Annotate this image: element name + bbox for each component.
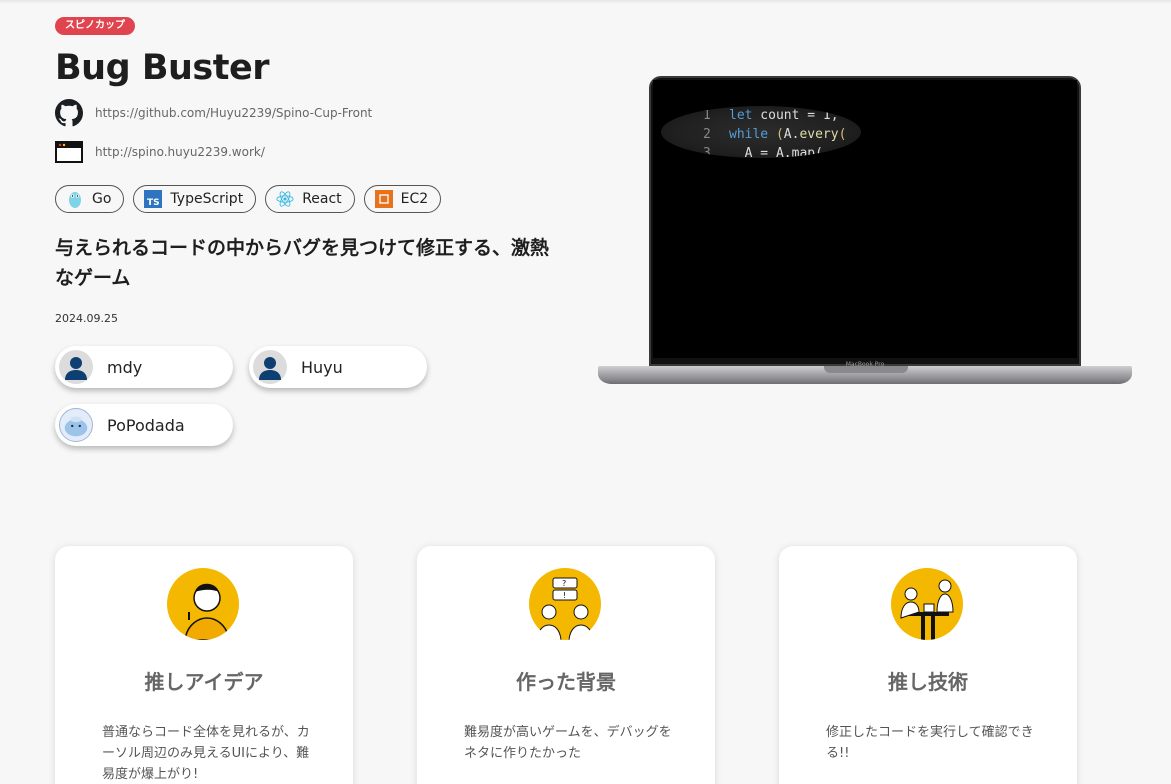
people-discussing-illustration-icon: ?!: [529, 568, 601, 640]
event-badge[interactable]: スピノカップ: [55, 17, 135, 35]
member-name: PoPodada: [107, 415, 185, 435]
card-title: 推し技術: [888, 670, 968, 694]
member-card-huyu[interactable]: Huyu: [249, 346, 427, 388]
aws-ec2-icon: [374, 190, 393, 208]
cartoon-avatar-icon: [59, 408, 93, 442]
tech-stack-list: Go TS TypeScript React EC2: [55, 185, 442, 213]
laptop-screen-frame: 1 let count = 1; 2 while (A.every( 3 A = A…: [649, 76, 1081, 368]
typescript-icon: TS: [144, 190, 163, 208]
site-link-row: http://spino.huyu2239.work/: [55, 138, 265, 166]
card-body: 普通ならコード全体を見れるが、カーソル周辺のみ見えるUIにより、難易度が爆上がり…: [102, 725, 310, 782]
card-title: 作った背景: [516, 670, 616, 694]
svg-text:?: ?: [562, 579, 566, 588]
code-line: 2 while (A.every(: [703, 127, 847, 142]
card-background: ?! 作った背景 難易度が高いゲームを、デバッグをネタに作りたかった: [417, 546, 715, 784]
project-description: 与えられるコードの中からバグを見つけて修正する、激熱なゲーム: [55, 237, 550, 289]
tech-chip-label: TypeScript: [170, 191, 244, 207]
browser-window-icon: [55, 138, 83, 166]
member-name: mdy: [107, 357, 143, 377]
user-avatar-icon: [253, 350, 287, 384]
card-body: 修正したコードを実行して確認できる!!: [826, 725, 1034, 761]
laptop-mockup: 1 let count = 1; 2 while (A.every( 3 A = A…: [598, 76, 1132, 388]
tech-chip-ec2[interactable]: EC2: [363, 185, 442, 213]
tech-chip-label: Go: [92, 191, 112, 207]
gopher-icon: [66, 190, 84, 208]
react-icon: [276, 190, 294, 208]
code-line: 1 let count = 1;: [703, 108, 839, 123]
card-title: 推しアイデア: [144, 670, 264, 694]
tech-chip-react[interactable]: React: [265, 185, 355, 213]
code-spotlight: 1 let count = 1; 2 while (A.every( 3 A = A…: [661, 106, 861, 158]
svg-text:!: !: [563, 591, 566, 600]
member-card-mdy[interactable]: mdy: [55, 346, 233, 388]
tech-chip-label: EC2: [400, 191, 429, 207]
people-at-table-illustration-icon: [891, 568, 963, 640]
tech-chip-label: React: [302, 191, 342, 207]
person-thinking-illustration-icon: [167, 568, 239, 640]
page-title: Bug Buster: [55, 48, 270, 88]
member-name: Huyu: [301, 357, 343, 377]
game-preview-screen: 1 let count = 1; 2 while (A.every( 3 A = A…: [653, 80, 1077, 358]
github-icon: [55, 99, 83, 127]
github-link[interactable]: https://github.com/Huyu2239/Spino-Cup-Fr…: [95, 106, 372, 120]
project-date: 2024.09.25: [55, 312, 118, 325]
site-link[interactable]: http://spino.huyu2239.work/: [95, 145, 265, 159]
tech-chip-typescript[interactable]: TS TypeScript: [133, 185, 257, 213]
card-recommended-tech: 推し技術 修正したコードを実行して確認できる!!: [779, 546, 1077, 784]
laptop-base: [598, 366, 1132, 384]
laptop-notch: [824, 366, 908, 373]
github-link-row: https://github.com/Huyu2239/Spino-Cup-Fr…: [55, 99, 372, 127]
card-body: 難易度が高いゲームを、デバッグをネタに作りたかった: [464, 725, 672, 761]
tech-chip-go[interactable]: Go: [55, 185, 125, 213]
user-avatar-icon: [59, 350, 93, 384]
top-shadow: [0, 0, 1171, 4]
card-recommended-idea: 推しアイデア 普通ならコード全体を見れるが、カーソル周辺のみ見えるUIにより、難…: [55, 546, 353, 784]
svg-text:TS: TS: [147, 198, 160, 208]
code-line: 3 A = A.map(: [703, 146, 823, 158]
member-card-popodada[interactable]: PoPodada: [55, 404, 233, 446]
